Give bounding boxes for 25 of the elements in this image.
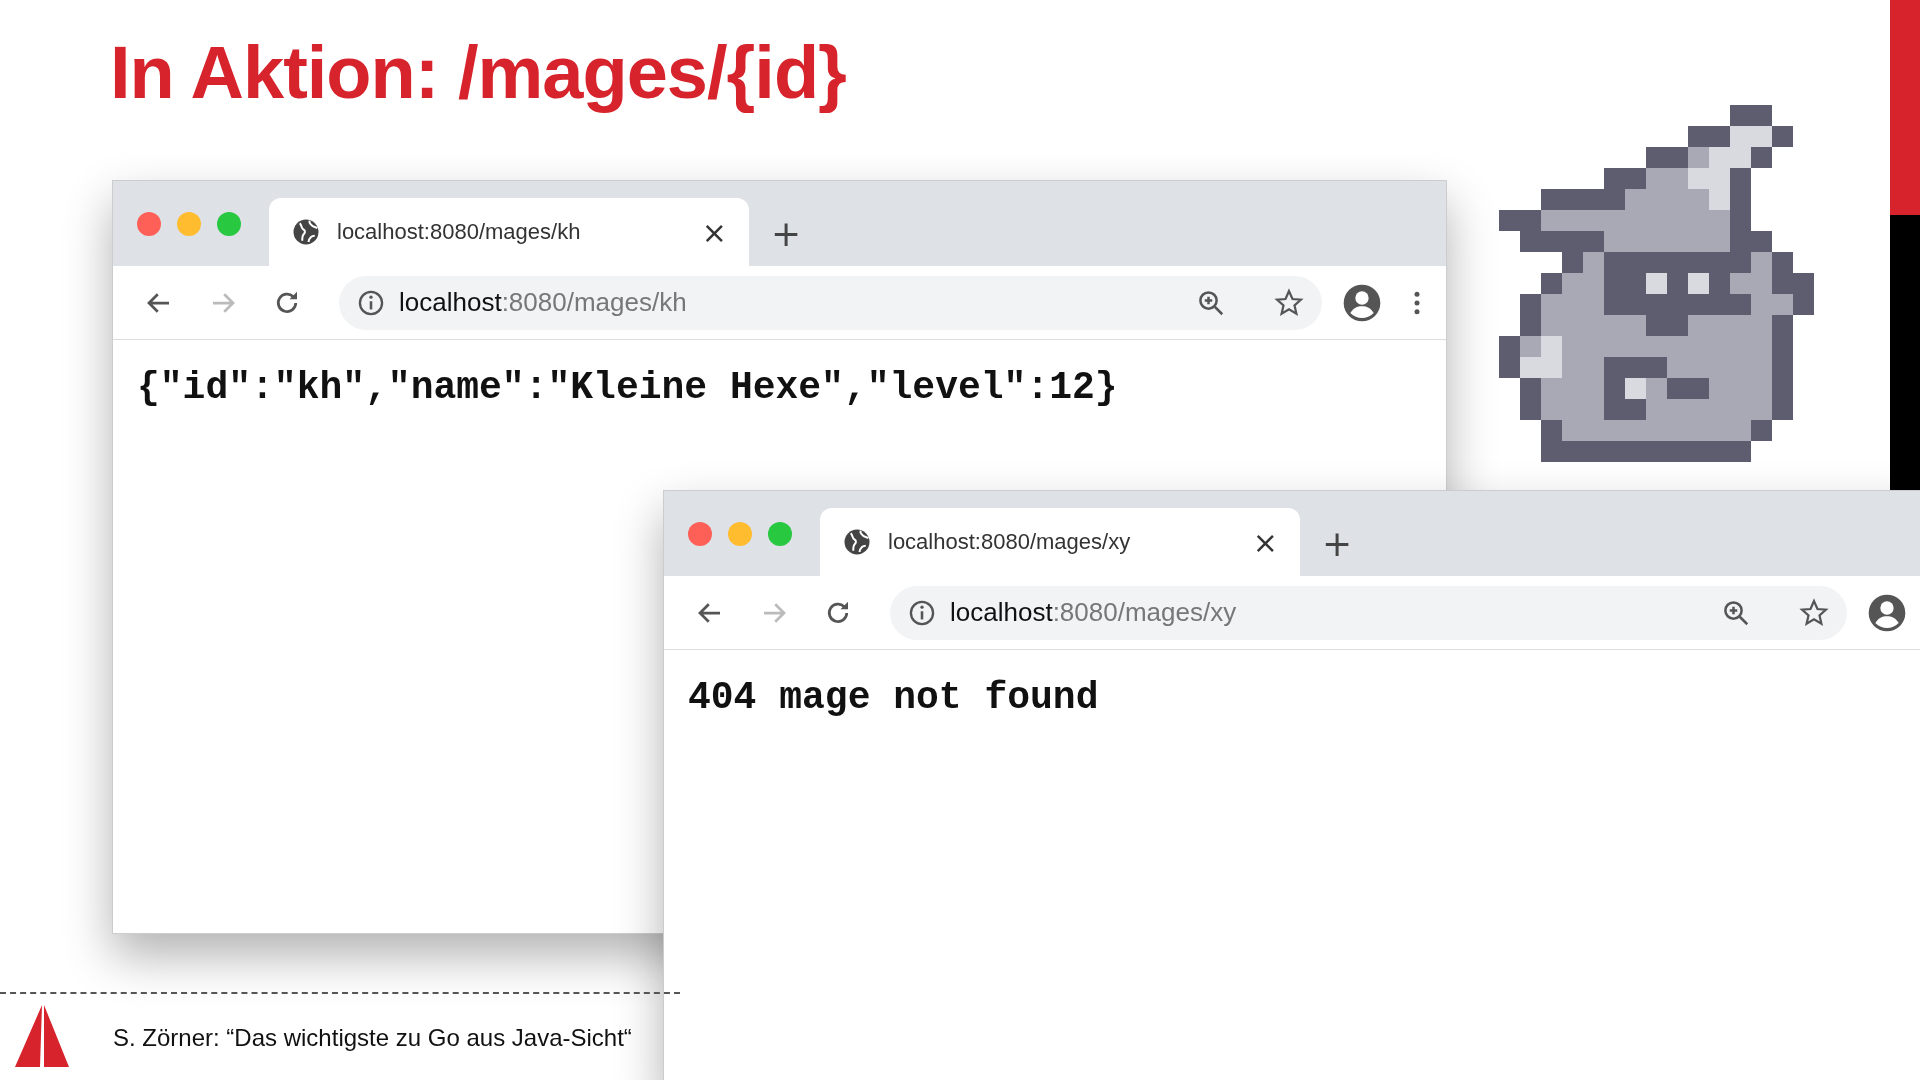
browser-tab[interactable]: localhost:8080/mages/kh × bbox=[269, 198, 749, 266]
info-icon[interactable] bbox=[357, 288, 385, 317]
star-icon[interactable] bbox=[1274, 287, 1304, 318]
tab-title: localhost:8080/mages/kh bbox=[337, 219, 582, 245]
new-tab-button[interactable]: + bbox=[1322, 523, 1353, 564]
account-icon[interactable] bbox=[1867, 592, 1907, 633]
page-body-text: 404 mage not found bbox=[687, 675, 1100, 719]
account-icon[interactable] bbox=[1342, 282, 1382, 323]
globe-icon bbox=[291, 217, 321, 247]
star-icon[interactable] bbox=[1799, 597, 1829, 628]
new-tab-button[interactable]: + bbox=[771, 213, 802, 254]
url-text: localhost:8080/mages/xy bbox=[950, 597, 1238, 628]
slide-footer: S. Zörner: “Das wichtigste zu Go aus Java-Sicht“ bbox=[113, 1024, 632, 1052]
slide-title: In Aktion: /mages/{id} bbox=[110, 30, 846, 115]
page-body-text: {"id":"kh","name":"Kleine Hexe","level":12} bbox=[136, 365, 1119, 409]
close-tab-button[interactable]: × bbox=[1252, 524, 1278, 560]
address-bar[interactable]: localhost:8080/mages/kh bbox=[339, 275, 1322, 330]
close-tab-button[interactable]: × bbox=[701, 214, 727, 250]
tab-title: localhost:8080/mages/xy bbox=[888, 529, 1132, 555]
browser-tab[interactable]: localhost:8080/mages/xy × bbox=[820, 508, 1300, 576]
address-bar[interactable]: localhost:8080/mages/xy bbox=[890, 585, 1847, 640]
logo-icon bbox=[15, 1005, 69, 1067]
info-icon[interactable] bbox=[908, 598, 936, 627]
globe-icon bbox=[842, 527, 872, 557]
url-text: localhost:8080/mages/kh bbox=[399, 287, 688, 318]
